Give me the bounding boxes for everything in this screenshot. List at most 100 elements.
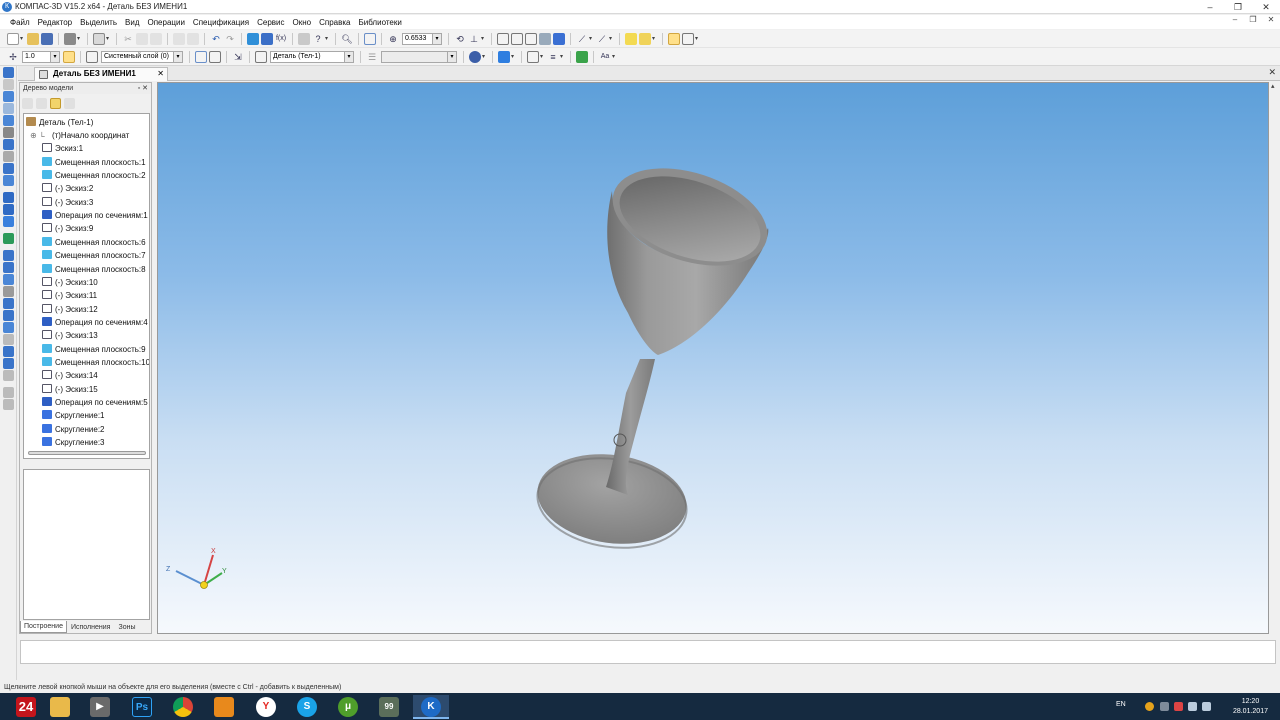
hand-tool-icon[interactable] (3, 175, 14, 186)
pin-icon[interactable]: ▫ (138, 85, 140, 92)
tree-root[interactable]: Деталь (Тел-1) (26, 116, 93, 129)
close-icon[interactable]: ✕ (142, 85, 148, 92)
report-tool-icon[interactable] (3, 358, 14, 369)
close-document-icon[interactable]: ✕ (1268, 67, 1276, 78)
undo-icon[interactable]: ↶ (210, 33, 222, 45)
rib-tool-icon[interactable] (3, 274, 14, 285)
point-tool-icon[interactable] (3, 91, 14, 102)
hidden-lines-icon[interactable] (511, 32, 523, 45)
menu-window[interactable]: Окно (293, 18, 312, 27)
menu-libraries[interactable]: Библиотеки (358, 18, 401, 27)
chevron-down-icon[interactable]: ▾ (695, 35, 701, 42)
orientation-icon[interactable]: ⊥ (468, 33, 480, 45)
volume-icon[interactable] (1202, 702, 1211, 711)
new-document-icon[interactable] (7, 32, 19, 45)
color-icon[interactable] (469, 50, 481, 63)
halftone-outline-icon[interactable] (553, 32, 565, 45)
paste-icon[interactable] (150, 32, 162, 45)
grid-tool-icon[interactable] (3, 103, 14, 114)
taskbar-photoshop[interactable]: Ps (124, 695, 160, 719)
filter-icon[interactable] (625, 32, 637, 45)
chevron-down-icon[interactable]: ▾ (50, 51, 59, 62)
chevron-down-icon[interactable]: ▾ (609, 35, 615, 42)
measure-icon[interactable] (682, 32, 694, 45)
tree-item[interactable]: Скругление:2 (42, 423, 105, 436)
tree-filter-icon[interactable] (64, 97, 75, 109)
document-tab[interactable]: Деталь БЕЗ ИМЕНИ1 ✕ (34, 67, 168, 81)
format-painter-icon[interactable] (173, 32, 185, 45)
display-icon[interactable] (527, 50, 539, 63)
mate-icon[interactable] (576, 50, 588, 63)
menu-specification[interactable]: Спецификация (193, 18, 249, 27)
print-icon[interactable] (64, 32, 76, 45)
taskbar-chrome[interactable] (165, 695, 201, 719)
redo-icon[interactable]: ↷ (224, 33, 236, 45)
tree-item[interactable]: Смещенная плоскость:7 (42, 249, 146, 262)
network-icon[interactable] (1188, 702, 1197, 711)
geometry-panel-icon[interactable] (3, 67, 14, 78)
extrude-tool-icon[interactable] (3, 192, 14, 203)
chevron-down-icon[interactable]: ▾ (344, 51, 353, 62)
arc-tool-icon[interactable] (3, 127, 14, 138)
spec-tool-icon[interactable] (3, 346, 14, 357)
restore-button[interactable]: ❐ (1224, 0, 1252, 14)
measure-tool-icon[interactable] (3, 334, 14, 345)
chevron-down-icon[interactable]: ▾ (652, 35, 658, 42)
zoom-fit-icon[interactable] (364, 32, 376, 45)
cut-tool-icon[interactable] (3, 233, 14, 244)
tree-item[interactable]: (-) Эскиз:11 (42, 289, 97, 302)
chevron-down-icon[interactable]: ▾ (560, 53, 566, 60)
model-viewport[interactable]: Z X Y (157, 82, 1269, 634)
close-button[interactable]: ✕ (1252, 0, 1280, 14)
chevron-up-icon[interactable]: ▴ (1271, 82, 1275, 90)
chevron-down-icon[interactable]: ▾ (173, 51, 182, 62)
rotate-tool-icon[interactable] (3, 204, 14, 215)
tray-box-icon[interactable] (1160, 702, 1169, 711)
tree-item[interactable]: Смещенная плоскость:1 (42, 156, 146, 169)
chevron-down-icon[interactable]: ▾ (447, 51, 456, 62)
taskbar-utorrent[interactable]: μ (330, 695, 366, 719)
open-folder-icon[interactable] (27, 32, 39, 45)
layer-icon[interactable] (86, 50, 98, 63)
tab-build[interactable]: Построение (20, 621, 67, 633)
mdi-minimize-button[interactable]: – (1226, 15, 1244, 24)
cut-icon[interactable]: ✂ (122, 33, 134, 45)
taskbar-pdf[interactable] (206, 695, 242, 719)
tree-item[interactable]: (-) Эскиз:9 (42, 222, 93, 235)
menu-editor[interactable]: Редактор (38, 18, 72, 27)
dimension-tool-icon[interactable] (3, 151, 14, 162)
library-tool-icon[interactable] (3, 370, 14, 381)
chevron-down-icon[interactable]: ▾ (540, 53, 546, 60)
tray-flag-icon[interactable] (1174, 702, 1183, 711)
zoom-window-icon[interactable]: 🔍︎ (341, 33, 353, 45)
zoom-combobox[interactable]: 0.6533 ▾ (402, 32, 442, 45)
menu-service[interactable]: Сервис (257, 18, 284, 27)
preview-icon[interactable] (93, 32, 105, 45)
chevron-down-icon[interactable]: ▾ (20, 35, 26, 42)
taskbar-app-99[interactable]: 99 (371, 695, 407, 719)
copy-icon[interactable] (136, 32, 148, 45)
line-tool-icon[interactable] (3, 115, 14, 126)
extra-tool-icon[interactable] (3, 399, 14, 410)
tree-item[interactable]: Операция по сечениям:5 (42, 396, 148, 409)
menu-file[interactable]: Файл (10, 18, 30, 27)
tree-item[interactable]: Смещенная плоскость:6 (42, 236, 146, 249)
halftone-icon[interactable] (539, 32, 551, 45)
chevron-down-icon[interactable]: ▾ (589, 35, 595, 42)
wine-glass-model[interactable] (532, 150, 780, 557)
tree-item[interactable]: Скругление:1 (42, 409, 105, 422)
menu-select[interactable]: Выделить (80, 18, 117, 27)
zoom-scale-icon[interactable]: ⊕ (387, 33, 399, 45)
array-tool-icon[interactable] (3, 322, 14, 333)
tab-zones[interactable]: Зоны (114, 621, 139, 633)
tab-versions[interactable]: Исполнения (67, 621, 114, 633)
tree-item[interactable]: (-) Эскиз:14 (42, 369, 98, 382)
expand-icon[interactable]: ⊕ (30, 131, 39, 140)
tree-item[interactable]: Операция по сечениям:4 (42, 316, 148, 329)
chevron-down-icon[interactable]: ▾ (106, 35, 112, 42)
taskbar-kompas[interactable]: K (413, 695, 449, 719)
tree-item[interactable]: Скругление:3 (42, 436, 105, 449)
snap-icon[interactable] (668, 32, 680, 45)
tree-item[interactable]: Смещенная плоскость:9 (42, 343, 146, 356)
step-combobox[interactable]: 1.0 ▾ (22, 50, 60, 63)
